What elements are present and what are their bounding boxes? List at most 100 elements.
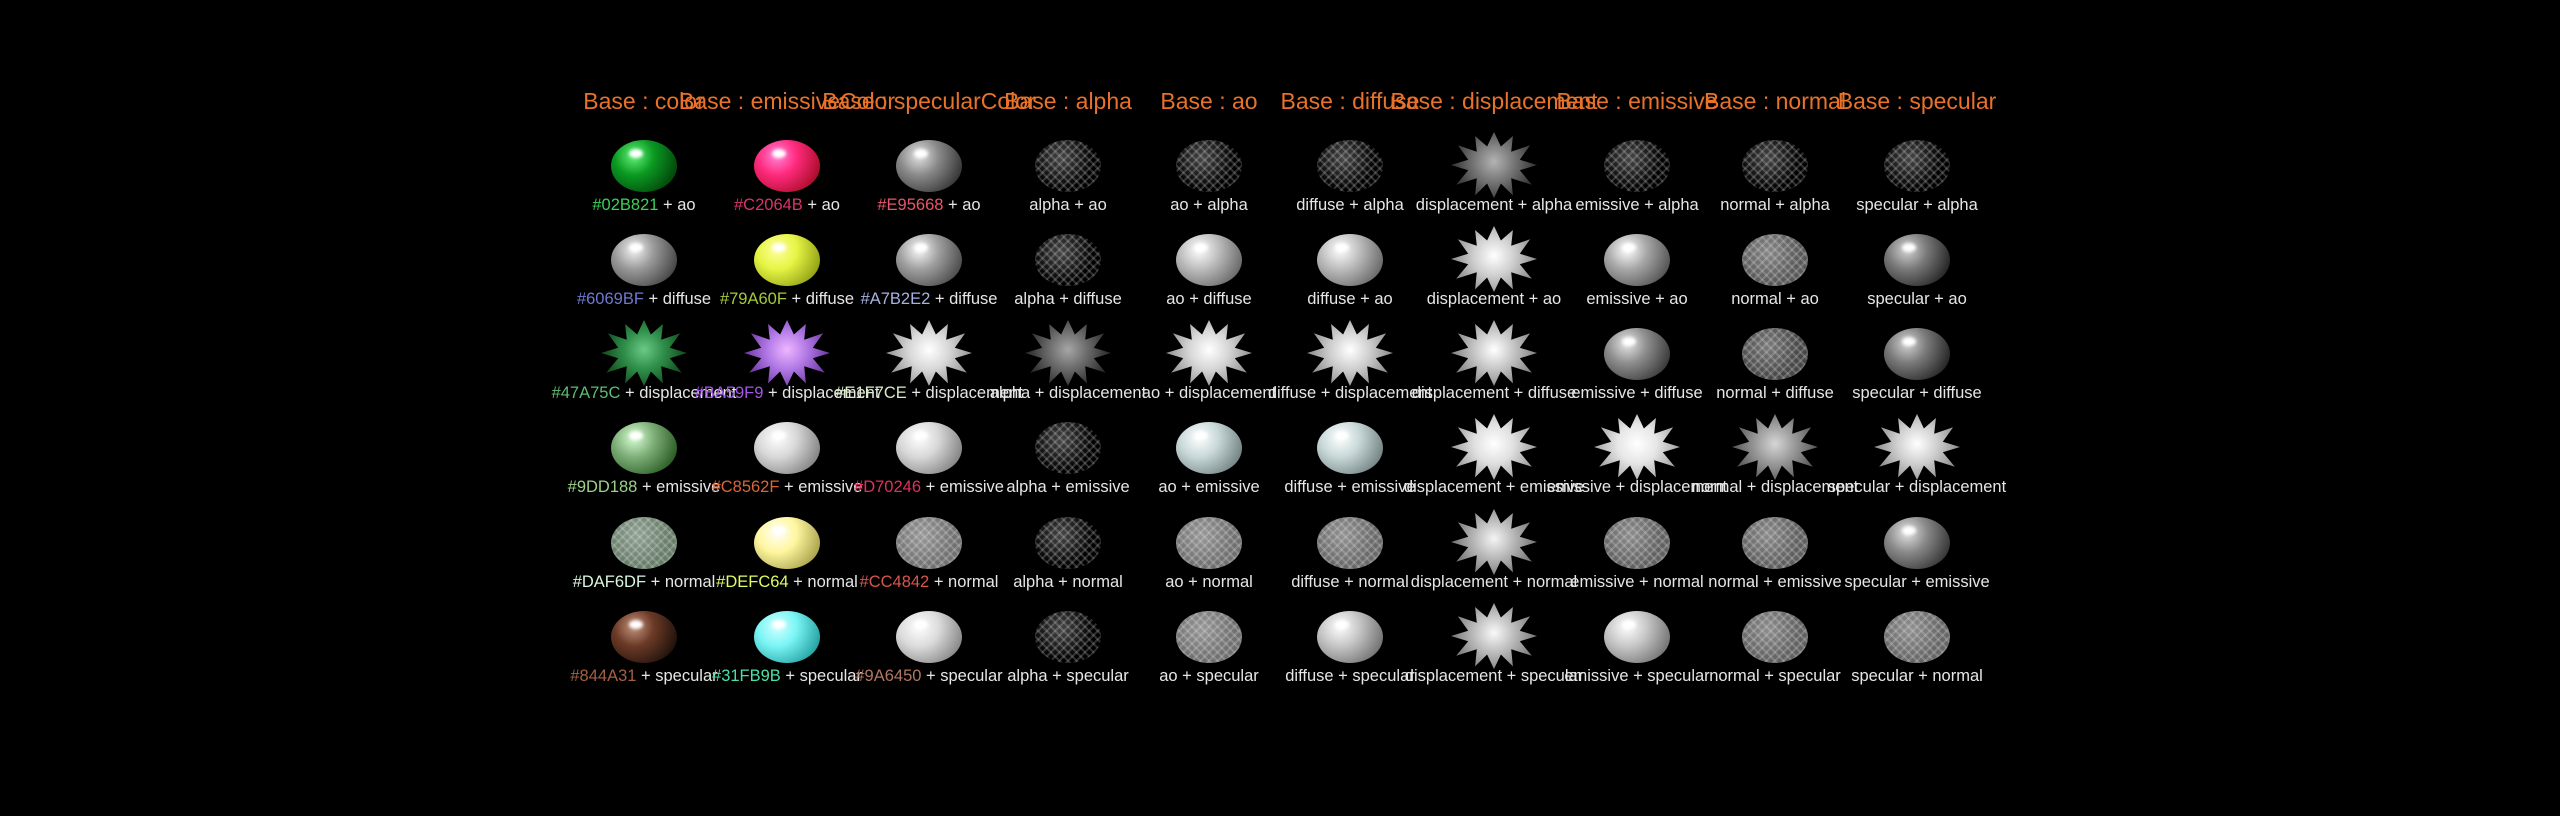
material-label: specular + diffuse bbox=[1852, 382, 1982, 404]
texture-combo-label: + emissive bbox=[921, 478, 1004, 496]
material-preview-grid: Base : color Base : emissiveColor Base : s… bbox=[0, 0, 2560, 816]
material-cell: diffuse + normal bbox=[1285, 517, 1415, 611]
material-cell: displacement + ao bbox=[1427, 226, 1561, 328]
material-cell: diffuse + alpha bbox=[1285, 140, 1415, 234]
color-hex-label: #E1F7CE bbox=[835, 384, 907, 402]
color-hex-label: #844A31 bbox=[570, 667, 637, 685]
material-sphere-preview bbox=[1176, 422, 1242, 474]
specular-highlight bbox=[772, 620, 786, 629]
material-sphere-preview bbox=[1451, 603, 1537, 669]
color-hex-label: #6069BF bbox=[576, 290, 644, 308]
material-label: displacement + ao bbox=[1427, 288, 1561, 310]
specular-highlight bbox=[772, 526, 786, 535]
material-cell: normal + diffuse bbox=[1710, 328, 1840, 422]
texture-combo-label: emissive + ao bbox=[1586, 290, 1688, 308]
material-sphere-preview bbox=[611, 611, 677, 663]
material-sphere-preview bbox=[1742, 140, 1808, 192]
texture-combo-label: displacement + specular bbox=[1404, 667, 1584, 685]
material-label: specular + normal bbox=[1851, 665, 1983, 687]
texture-combo-label: + ao bbox=[943, 196, 981, 214]
texture-combo-label: + diffuse bbox=[786, 290, 855, 308]
material-sphere-preview bbox=[1176, 517, 1242, 569]
texture-combo-label: + specular bbox=[780, 667, 862, 685]
specular-highlight bbox=[772, 149, 786, 158]
texture-combo-label: ao + alpha bbox=[1170, 196, 1248, 214]
texture-combo-label: normal + ao bbox=[1731, 290, 1819, 308]
material-cell: alpha + normal bbox=[1003, 517, 1133, 611]
texture-combo-label: displacement + alpha bbox=[1415, 196, 1573, 214]
material-cell: #DAF6DF + normal bbox=[573, 517, 715, 611]
material-label: normal + alpha bbox=[1720, 194, 1830, 216]
material-cell: #E1F7CE + displacement bbox=[835, 320, 1023, 422]
material-sphere-preview bbox=[896, 517, 962, 569]
material-cell: ao + diffuse bbox=[1144, 234, 1274, 328]
material-cell: #C2064B + ao bbox=[722, 140, 852, 234]
material-sphere-preview bbox=[1317, 140, 1383, 192]
material-label: specular + ao bbox=[1867, 288, 1967, 310]
material-sphere-preview bbox=[1451, 320, 1537, 386]
material-label: alpha + ao bbox=[1029, 194, 1107, 216]
material-label: emissive + alpha bbox=[1575, 194, 1698, 216]
material-label: #DAF6DF + normal bbox=[573, 571, 716, 593]
texture-combo-label: alpha + normal bbox=[1013, 573, 1123, 591]
specular-highlight bbox=[1902, 526, 1916, 535]
material-sphere-preview bbox=[1035, 422, 1101, 474]
material-sphere-preview bbox=[886, 320, 972, 386]
material-cell: #6069BF + diffuse bbox=[577, 234, 711, 328]
material-sphere-preview bbox=[611, 234, 677, 286]
material-cell: #79A60F + diffuse bbox=[720, 234, 855, 328]
material-sphere-preview bbox=[1604, 517, 1670, 569]
material-cell: specular + emissive bbox=[1844, 517, 1990, 611]
material-label: ao + displacement bbox=[1142, 382, 1276, 404]
texture-combo-label: displacement + ao bbox=[1426, 290, 1562, 308]
material-cell: #E95668 + ao bbox=[864, 140, 994, 234]
material-cell: diffuse + emissive bbox=[1284, 422, 1416, 516]
material-cell: specular + diffuse bbox=[1852, 328, 1982, 422]
material-sphere-preview bbox=[896, 422, 962, 474]
material-sphere-preview bbox=[601, 320, 687, 386]
material-cell: displacement + alpha bbox=[1416, 132, 1572, 234]
specular-highlight bbox=[1902, 337, 1916, 346]
material-sphere-preview bbox=[1317, 517, 1383, 569]
texture-combo-label: ao + displacement bbox=[1141, 384, 1277, 402]
specular-highlight bbox=[629, 431, 643, 440]
material-sphere-preview bbox=[754, 234, 820, 286]
color-hex-label: #E95668 bbox=[877, 196, 944, 214]
texture-combo-label: ao + emissive bbox=[1158, 478, 1260, 496]
texture-combo-label: normal + specular bbox=[1709, 667, 1841, 685]
material-sphere-preview bbox=[1035, 611, 1101, 663]
material-sphere-preview bbox=[1307, 320, 1393, 386]
material-label: #D70246 + emissive bbox=[854, 476, 1004, 498]
material-cell: emissive + normal bbox=[1570, 517, 1704, 611]
material-sphere-preview bbox=[1035, 234, 1101, 286]
material-label: #6069BF + diffuse bbox=[577, 288, 711, 310]
color-hex-label: #D70246 bbox=[854, 478, 921, 496]
specular-highlight bbox=[914, 431, 928, 440]
texture-combo-label: + diffuse bbox=[643, 290, 712, 308]
texture-combo-label: alpha + ao bbox=[1029, 196, 1107, 214]
material-sphere-preview bbox=[1451, 509, 1537, 575]
material-sphere-preview bbox=[1732, 414, 1818, 480]
texture-combo-label: + normal bbox=[929, 573, 999, 591]
material-label: displacement + normal bbox=[1411, 571, 1577, 593]
material-sphere-preview bbox=[1166, 320, 1252, 386]
texture-combo-label: emissive + normal bbox=[1570, 573, 1704, 591]
material-label: diffuse + displacement bbox=[1268, 382, 1432, 404]
material-cell: #9A6450 + specular bbox=[855, 611, 1003, 705]
texture-combo-label: + ao bbox=[802, 196, 840, 214]
specular-highlight bbox=[629, 149, 643, 158]
material-label: emissive + diffuse bbox=[1571, 382, 1702, 404]
material-cell: ao + specular bbox=[1144, 611, 1274, 705]
material-cell: #DEFC64 + normal bbox=[716, 517, 858, 611]
texture-combo-label: ao + diffuse bbox=[1166, 290, 1252, 308]
texture-combo-label: displacement + normal bbox=[1410, 573, 1578, 591]
material-sphere-preview bbox=[1176, 234, 1242, 286]
material-sphere-preview bbox=[754, 140, 820, 192]
material-sphere-preview bbox=[1742, 611, 1808, 663]
material-sphere-preview bbox=[1742, 328, 1808, 380]
texture-combo-label: + emissive bbox=[637, 478, 721, 496]
material-label: specular + emissive bbox=[1844, 571, 1989, 593]
specular-highlight bbox=[1622, 620, 1636, 629]
material-label: emissive + ao bbox=[1586, 288, 1687, 310]
material-cell: #9DD188 + emissive bbox=[568, 422, 720, 516]
